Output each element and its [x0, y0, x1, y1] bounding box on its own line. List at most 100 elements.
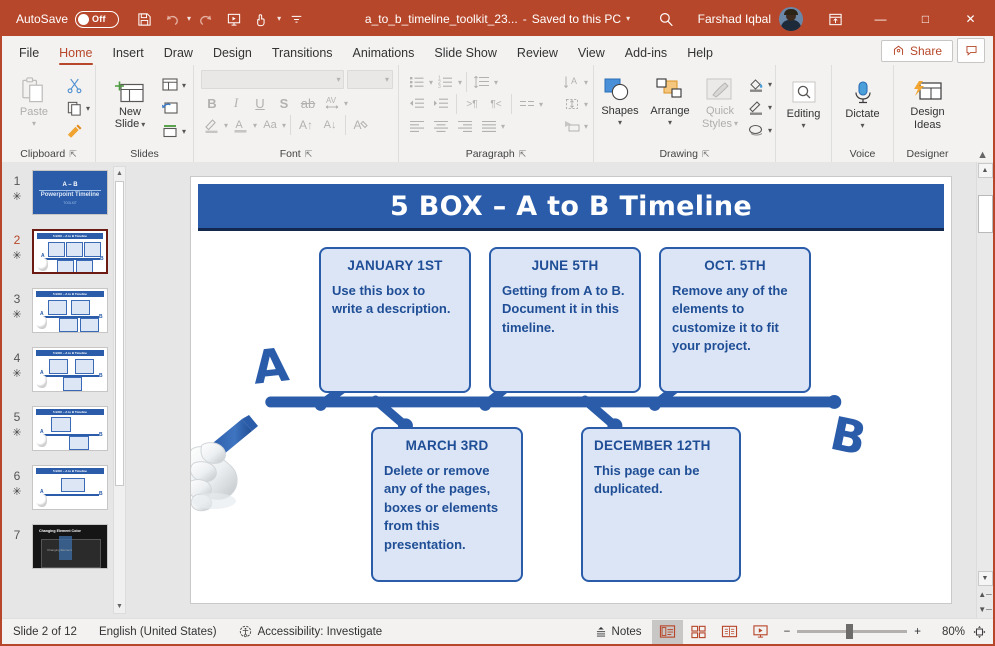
line-spacing-caret[interactable]: ▾	[494, 78, 498, 87]
smartart-caret[interactable]: ▾	[584, 122, 588, 131]
bullets-button[interactable]	[406, 71, 428, 93]
arrange-caret[interactable]: ▾	[668, 118, 672, 127]
collapse-ribbon-icon[interactable]: ▲	[977, 149, 988, 161]
font-color-caret[interactable]: ▾	[253, 121, 257, 130]
section-dropdown-caret[interactable]: ▾	[182, 127, 186, 136]
columns-button[interactable]	[516, 93, 538, 115]
layout-dropdown-caret[interactable]: ▾	[182, 81, 186, 90]
tab-transitions[interactable]: Transitions	[263, 42, 342, 65]
tab-draw[interactable]: Draw	[155, 42, 202, 65]
character-spacing-caret[interactable]: ▾	[344, 99, 348, 108]
comments-button[interactable]	[957, 38, 985, 63]
font-dialog-launcher[interactable]: ⇱	[305, 149, 313, 160]
start-presentation-icon[interactable]	[221, 6, 247, 32]
thumbnail-image-7[interactable]: Changing Element Color Changing Element	[32, 524, 108, 569]
tab-add-ins[interactable]: Add-ins	[616, 42, 676, 65]
shapes-button[interactable]: Shapes ▾	[597, 71, 643, 127]
tab-slide-show[interactable]: Slide Show	[425, 42, 506, 65]
slide-canvas[interactable]: 5 BOX – A to B Timeline	[190, 176, 952, 604]
scrollbar-thumb[interactable]	[978, 195, 993, 233]
shape-outline-icon[interactable]	[745, 96, 767, 118]
autosave-control[interactable]: AutoSave Off	[16, 11, 119, 28]
align-left-button[interactable]	[406, 115, 428, 137]
editing-button[interactable]: Editing ▾	[777, 74, 831, 130]
align-text-caret[interactable]: ▾	[584, 100, 588, 109]
justify-button[interactable]	[478, 115, 500, 137]
accessibility-indicator[interactable]: Accessibility: Investigate	[228, 625, 394, 638]
search-icon[interactable]	[644, 11, 688, 27]
avatar[interactable]	[779, 7, 803, 31]
new-slide-button[interactable]: New Slide▾	[103, 72, 157, 131]
quick-styles-caret[interactable]: ▾	[734, 119, 738, 128]
increase-font-size-button[interactable]: A↑	[295, 114, 317, 136]
zoom-out-button[interactable]: −	[784, 626, 791, 638]
arrange-button[interactable]: Arrange ▾	[645, 71, 695, 127]
cut-icon[interactable]	[63, 74, 85, 96]
thumbnail-slide-2[interactable]: 2 ✳ 5 BOX – A to B Timeline A B	[2, 229, 120, 274]
change-case-button[interactable]: Aa	[259, 114, 281, 136]
tab-home[interactable]: Home	[50, 42, 101, 65]
fit-slide-to-window-button[interactable]	[965, 625, 993, 639]
dictate-caret[interactable]: ▾	[860, 121, 864, 130]
tab-file[interactable]: File	[10, 42, 48, 65]
slide-title-bar[interactable]: 5 BOX – A to B Timeline	[198, 184, 944, 231]
slide-vertical-scrollbar[interactable]: ▲ ▼ ▲─ ▼─	[976, 162, 993, 618]
tab-view[interactable]: View	[569, 42, 614, 65]
text-shadow-button[interactable]: S	[273, 92, 295, 114]
timeline-box-june[interactable]: JUNE 5TH Getting from A to B. Document i…	[489, 247, 641, 393]
change-case-caret[interactable]: ▾	[282, 121, 286, 130]
customize-qat-icon[interactable]	[283, 6, 309, 32]
rtl-button[interactable]: ¶<	[485, 93, 507, 115]
language-indicator[interactable]: English (United States)	[88, 626, 228, 638]
notes-button[interactable]: Notes	[584, 625, 652, 638]
previous-slide-icon[interactable]: ▲─	[978, 587, 993, 601]
thumbnail-slide-7[interactable]: 7 Changing Element Color Changing Elemen…	[2, 524, 120, 569]
save-icon[interactable]	[131, 6, 157, 32]
zoom-level[interactable]: 80%	[929, 626, 965, 638]
scroll-down-icon[interactable]: ▼	[978, 571, 993, 586]
thumbnail-image-2[interactable]: 5 BOX – A to B Timeline A B	[32, 229, 108, 274]
slide-indicator[interactable]: Slide 2 of 12	[2, 626, 88, 638]
format-painter-icon[interactable]	[63, 120, 85, 142]
next-slide-icon[interactable]: ▼─	[978, 602, 993, 616]
text-direction-caret[interactable]: ▾	[584, 78, 588, 87]
thumbnail-slide-1[interactable]: 1 ✳ A – B Powerpoint Timeline TOOLKIT	[2, 170, 120, 215]
shape-outline-caret[interactable]: ▾	[768, 103, 772, 112]
thumbnail-scrollbar-thumb[interactable]	[115, 181, 124, 486]
thumbnail-slide-5[interactable]: 5 ✳ 5 BOX – A to B Timeline A B	[2, 406, 120, 451]
thumbnail-slide-4[interactable]: 4 ✳ 5 BOX – A to B Timeline A B	[2, 347, 120, 392]
numbering-caret[interactable]: ▾	[458, 78, 462, 87]
thumbnail-scroll-down-icon[interactable]: ▼	[114, 600, 125, 613]
font-size-select[interactable]: ▾	[347, 70, 393, 89]
increase-indent-button[interactable]	[430, 93, 452, 115]
decrease-indent-button[interactable]	[406, 93, 428, 115]
font-color-button[interactable]: A	[230, 114, 252, 136]
touch-mode-icon[interactable]	[249, 6, 275, 32]
thumbnail-image-3[interactable]: 5 BOX – A to B Timeline A B	[32, 288, 108, 333]
shape-effects-icon[interactable]	[745, 119, 767, 141]
shape-fill-icon[interactable]	[745, 73, 767, 95]
strikethrough-button[interactable]: ab	[297, 92, 319, 114]
shape-fill-caret[interactable]: ▾	[768, 80, 772, 89]
reading-view-button[interactable]	[714, 620, 745, 644]
autosave-toggle[interactable]: Off	[75, 11, 119, 28]
italic-button[interactable]: I	[225, 92, 247, 114]
slide-layout-icon[interactable]	[159, 74, 181, 96]
character-spacing-button[interactable]: AV	[321, 92, 343, 114]
numbering-button[interactable]: 123	[435, 71, 457, 93]
undo-dropdown-caret[interactable]: ▾	[187, 15, 191, 23]
section-icon[interactable]	[159, 120, 181, 142]
editing-caret[interactable]: ▾	[801, 121, 805, 130]
tab-help[interactable]: Help	[678, 42, 722, 65]
normal-view-button[interactable]	[652, 620, 683, 644]
slideshow-button[interactable]	[745, 620, 776, 644]
underline-button[interactable]: U	[249, 92, 271, 114]
zoom-knob[interactable]	[846, 624, 853, 639]
shape-effects-caret[interactable]: ▾	[768, 126, 772, 135]
timeline-box-oct[interactable]: OCT. 5TH Remove any of the elements to c…	[659, 247, 811, 393]
maximize-button[interactable]: □	[903, 2, 948, 36]
dictate-button[interactable]: Dictate ▾	[836, 74, 890, 130]
align-center-button[interactable]	[430, 115, 452, 137]
ribbon-display-options-icon[interactable]	[813, 2, 858, 36]
paragraph-dialog-launcher[interactable]: ⇱	[519, 149, 527, 160]
